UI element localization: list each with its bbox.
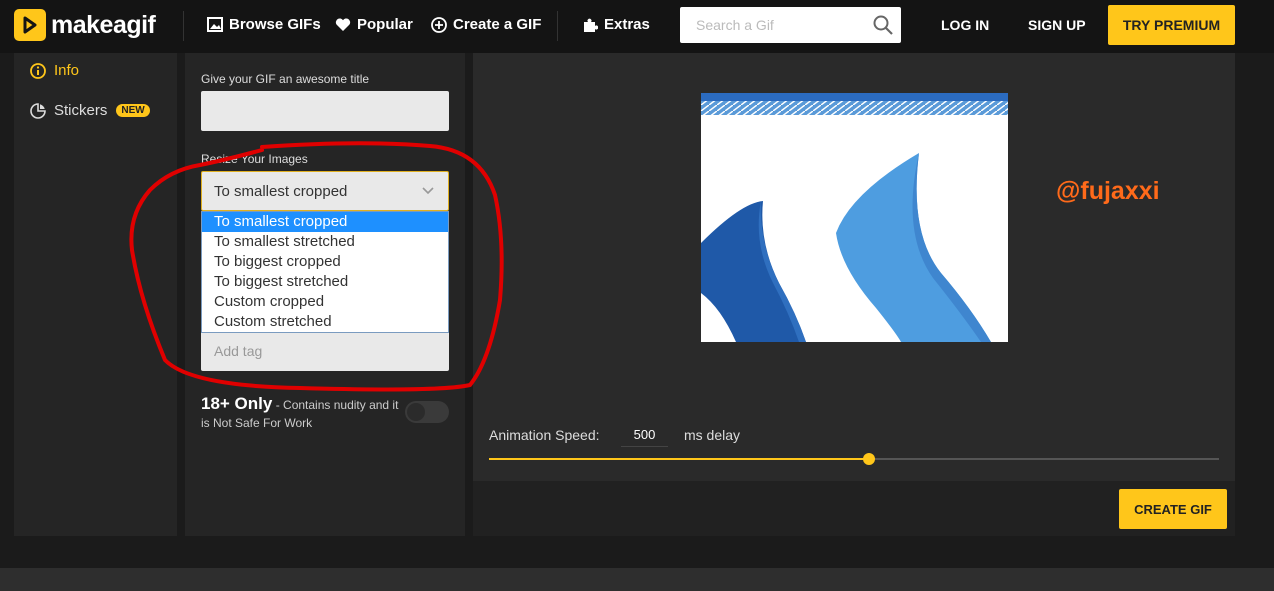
resize-option[interactable]: To smallest stretched [202,232,448,252]
nav-extras-label: Extras [604,16,650,33]
resize-option[interactable]: Custom cropped [202,292,448,312]
nav-create-gif[interactable]: Create a GIF [431,16,541,33]
login-link[interactable]: LOG IN [941,17,989,33]
nsfw-toggle[interactable] [405,401,449,423]
gif-preview-area: @fujaxxi Animation Speed: 500 ms delay [473,53,1235,481]
signup-link[interactable]: SIGN UP [1028,17,1086,33]
chevron-down-icon [422,187,434,195]
try-premium-button[interactable]: TRY PREMIUM [1108,5,1235,45]
sidebar-item-info[interactable]: Info [30,62,79,79]
gif-settings-panel: Give your GIF an awesome title Resize Yo… [185,53,465,536]
resize-option[interactable]: To biggest stretched [202,272,448,292]
sidebar-item-label: Info [54,62,80,79]
add-tag-placeholder: Add tag [214,343,263,359]
heart-icon [335,17,351,31]
nav-divider [183,11,184,41]
user-watermark: @fujaxxi [1056,177,1160,205]
top-navigation-bar: makeagif Browse GIFs Popular Create a GI… [0,0,1274,53]
resize-option[interactable]: Custom stretched [202,312,448,332]
animation-speed-label: Animation Speed: [489,427,600,443]
nsfw-option-text: 18+ Only - Contains nudity and it is Not… [201,395,401,432]
play-logo-icon [14,9,46,41]
nav-browse-gifs[interactable]: Browse GIFs [207,16,321,33]
resize-option[interactable]: To biggest cropped [202,252,448,272]
create-gif-button[interactable]: CREATE GIF [1119,489,1227,529]
animation-speed-slider[interactable] [489,453,1219,465]
nav-extras[interactable]: Extras [582,16,650,33]
action-bar: CREATE GIF [473,481,1235,536]
add-tag-input[interactable]: Add tag [201,331,449,371]
search-box [680,7,901,43]
makeagif-logo[interactable]: makeagif [14,9,156,41]
resize-select[interactable]: To smallest cropped [201,171,449,211]
nav-divider [557,11,558,41]
puzzle-icon [584,18,598,32]
gif-title-input[interactable] [201,91,449,131]
resize-option[interactable]: To smallest cropped [202,212,448,232]
nav-browse-label: Browse GIFs [229,16,321,33]
sidebar-item-stickers[interactable]: Stickers NEW [30,102,150,119]
search-input[interactable] [680,7,870,43]
nav-create-label: Create a GIF [453,16,542,33]
sticker-icon [30,102,46,119]
logo-text: makeagif [51,10,156,39]
resize-options-dropdown: To smallest cropped To smallest stretche… [201,211,449,333]
resize-label: Resize Your Images [201,152,308,166]
page-footer [0,568,1274,591]
new-badge: NEW [116,104,150,117]
gif-preview-frame [701,93,1008,342]
image-icon [207,17,223,32]
slider-fill [489,458,869,460]
gif-preview-image [701,93,1008,342]
nav-popular[interactable]: Popular [335,16,413,33]
animation-speed-input[interactable]: 500 [621,423,668,447]
animation-speed-unit: ms delay [684,427,741,443]
nav-popular-label: Popular [357,16,413,33]
info-icon [30,62,46,79]
title-label: Give your GIF an awesome title [201,72,370,86]
slider-handle[interactable] [862,453,875,465]
editor-sidebar: Info Stickers NEW [14,53,177,536]
search-icon[interactable] [873,15,893,35]
resize-selected-value: To smallest cropped [214,182,348,200]
plus-circle-icon [431,16,447,33]
nsfw-title: 18+ Only [201,394,273,413]
sidebar-item-label: Stickers [54,102,108,119]
